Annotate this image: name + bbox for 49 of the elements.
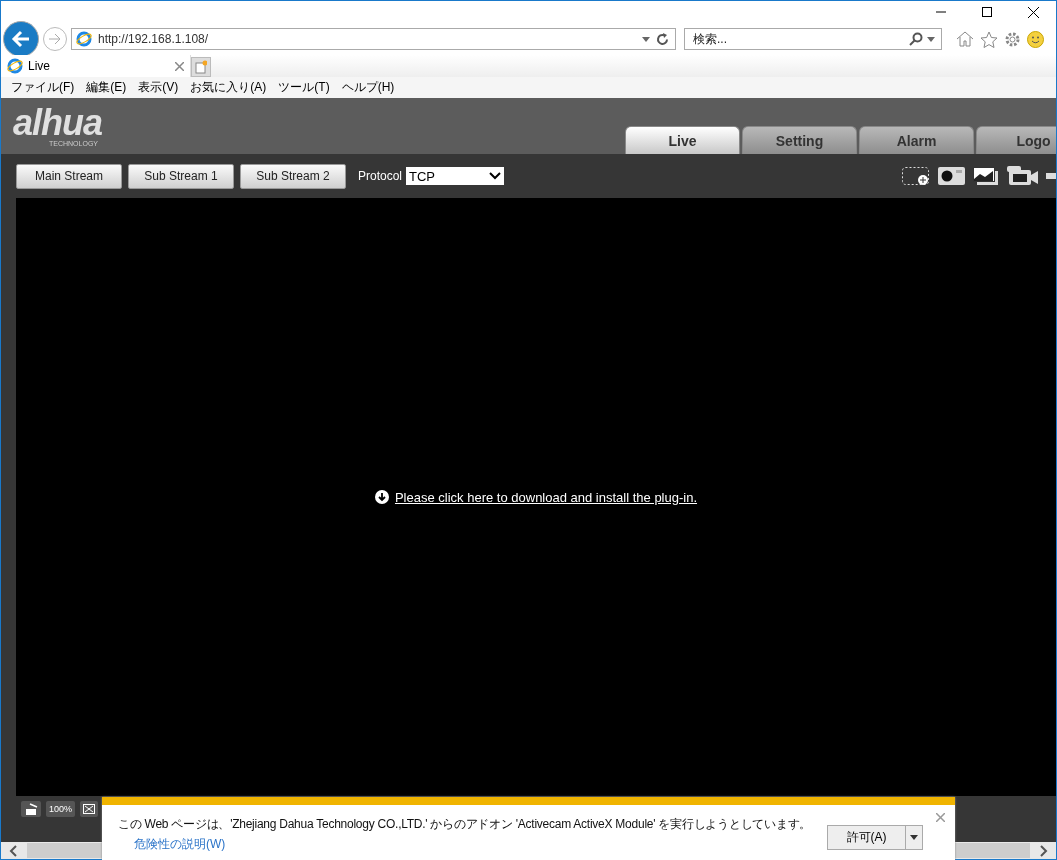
menu-item[interactable]: 編集(E) (80, 79, 133, 96)
camera-icon[interactable] (938, 167, 965, 185)
dropdown-icon[interactable] (642, 36, 650, 42)
settings-icon[interactable] (1004, 30, 1021, 48)
star-icon[interactable] (980, 30, 998, 48)
menu-item[interactable]: ヘルプ(H) (335, 79, 401, 96)
snapshot-tool-icon[interactable] (21, 801, 41, 817)
ie-logo-icon (7, 58, 23, 74)
home-icon[interactable] (956, 31, 974, 47)
menu-item[interactable]: お気に入り(A) (184, 79, 273, 96)
scroll-left-icon[interactable] (9, 844, 17, 857)
smiley-icon[interactable] (1027, 30, 1044, 48)
chevron-down-icon (489, 172, 502, 180)
arrow-left-icon (11, 30, 31, 48)
caret-icon (910, 835, 918, 840)
stream-button[interactable]: Sub Stream 2 (240, 163, 346, 189)
back-button[interactable] (3, 21, 39, 57)
ie-logo-icon (76, 31, 92, 47)
tab-title: Live (28, 59, 51, 73)
arrow-right-icon (48, 33, 62, 45)
protocol-label: Protocol (358, 169, 403, 183)
risk-info-link[interactable]: 危険性の説明(W) (134, 836, 226, 853)
close-icon[interactable] (1027, 6, 1039, 18)
nav-tab[interactable]: Setting (742, 126, 857, 154)
video-camera-icon[interactable] (1007, 166, 1038, 186)
notification-message: この Web ページは、'Zhejiang Dahua Technology CO.,LTD.' からのアドオン 'Activecam ActiveX Module' を実行しようとしています。 (118, 816, 812, 833)
menu-item[interactable]: ファイル(F) (5, 79, 81, 96)
protocol-select[interactable]: TCP (406, 167, 505, 185)
address-bar[interactable]: http://192.168.1.108/ (71, 28, 676, 50)
zoom-region-icon[interactable] (902, 166, 930, 186)
scroll-right-icon[interactable] (1040, 844, 1048, 857)
menu-item[interactable]: 表示(V) (132, 79, 185, 96)
dropdown-icon[interactable] (927, 36, 935, 42)
nav-tab[interactable]: Live (625, 126, 740, 154)
zoom-level-button[interactable]: 100% (46, 801, 76, 817)
search-icon[interactable] (909, 32, 923, 46)
nav-tab[interactable]: Logo (976, 126, 1056, 154)
search-box[interactable]: 検索... (684, 28, 942, 50)
maximize-icon[interactable] (982, 7, 992, 17)
browser-tab[interactable]: Live (1, 55, 191, 77)
nav-tab[interactable]: Alarm (859, 126, 974, 154)
stream-button[interactable]: Sub Stream 1 (128, 163, 234, 189)
menu-item[interactable]: ツール(T) (272, 79, 336, 96)
stream-button[interactable]: Main Stream (16, 163, 122, 189)
picture-stack-icon[interactable] (973, 166, 999, 186)
download-icon (374, 490, 389, 504)
fullscreen-button[interactable] (80, 801, 99, 817)
plugin-download-link[interactable]: Please click here to download and install the plug-in. (394, 489, 698, 505)
refresh-icon[interactable] (656, 32, 669, 46)
